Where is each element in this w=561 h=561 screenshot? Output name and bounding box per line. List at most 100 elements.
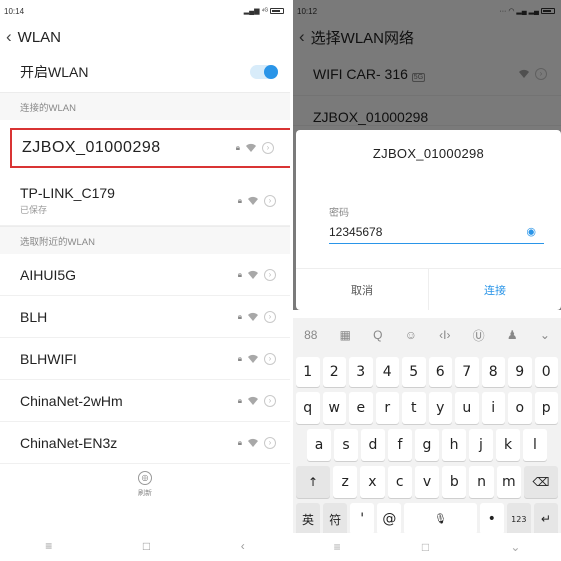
detail-arrow-icon[interactable]: › — [264, 194, 276, 207]
network-name: ChinaNet-EN3z — [20, 434, 118, 451]
backspace-key[interactable]: ⌫ — [523, 466, 558, 498]
detail-arrow-icon[interactable]: › — [264, 436, 276, 449]
nearby-network-row[interactable]: BLH 🔒︎ › — [0, 296, 290, 338]
key-4[interactable]: 4 — [375, 357, 399, 387]
bottom-row: 英 符 ' @ 🎙︎ • 123 ↵ — [293, 503, 561, 535]
network-name: ChinaNet-2wHm — [20, 392, 123, 409]
nearby-network-row[interactable]: ChinaNet-2wHm 🔒︎ › — [0, 380, 290, 422]
password-field[interactable]: 12345678 ◉ — [329, 220, 544, 244]
menu-nav-icon[interactable]: ≡ — [334, 540, 341, 554]
nav-bar: ≡ □ ‹ — [0, 531, 290, 561]
key-s[interactable]: s — [334, 429, 358, 461]
detail-arrow-icon[interactable]: › — [262, 142, 274, 154]
refresh-button[interactable]: ◎ 刷新 — [0, 464, 290, 504]
wifi-signal-icon — [245, 143, 257, 153]
key-8[interactable]: 8 — [481, 357, 505, 387]
key-g[interactable]: g — [415, 429, 439, 461]
number-mode-key[interactable]: 123 — [506, 503, 531, 535]
lock-icon: 🔒︎ — [237, 269, 242, 279]
detail-arrow-icon[interactable]: › — [535, 67, 547, 80]
key-e[interactable]: e — [349, 392, 373, 424]
key-7[interactable]: 7 — [455, 357, 479, 387]
key-5[interactable]: 5 — [402, 357, 426, 387]
key-q[interactable]: q — [296, 392, 320, 424]
key-o[interactable]: o — [508, 392, 532, 424]
dot-key[interactable]: • — [479, 503, 504, 535]
keyboard-tool-icon[interactable]: 88 — [304, 328, 317, 342]
key-n[interactable]: n — [469, 466, 494, 498]
show-password-icon[interactable]: ◉ — [526, 225, 544, 238]
status-icons: ▂▄▆ ⁴ᴳ — [244, 7, 284, 15]
key-x[interactable]: x — [360, 466, 385, 498]
key-l[interactable]: l — [523, 429, 547, 461]
battery-icon — [270, 8, 284, 14]
language-key[interactable]: 英 — [296, 503, 321, 535]
wifi-signal-icon — [247, 312, 259, 322]
wlan-switch[interactable] — [250, 65, 278, 79]
status-time: 10:12 — [297, 6, 318, 16]
home-nav-icon[interactable]: □ — [143, 539, 150, 553]
hide-keyboard-nav-icon[interactable]: ⌄ — [510, 540, 520, 554]
keyboard-tool-icon[interactable]: ▦ — [340, 328, 351, 342]
keyboard-tool-icon[interactable]: ⌄ — [540, 328, 550, 342]
key-6[interactable]: 6 — [428, 357, 452, 387]
back-arrow-icon[interactable]: ‹ — [6, 27, 12, 47]
saved-network-row[interactable]: TP-LINK_C179 已保存 🔒︎ › — [0, 176, 290, 226]
nearby-network-list: AIHUI5G 🔒︎ › BLH 🔒︎ › BLHWIFI 🔒︎ › ChinaNet-2wHm 🔒… — [0, 254, 290, 464]
key-1[interactable]: 1 — [296, 357, 320, 387]
space-key[interactable]: 🎙︎ — [404, 503, 477, 535]
nearby-network-row[interactable]: ChinaNet-EN3z 🔒︎ › — [0, 422, 290, 464]
apostrophe-key[interactable]: ' — [350, 503, 375, 535]
key-c[interactable]: c — [387, 466, 412, 498]
key-b[interactable]: b — [442, 466, 467, 498]
key-j[interactable]: j — [469, 429, 493, 461]
key-d[interactable]: d — [361, 429, 385, 461]
key-2[interactable]: 2 — [322, 357, 346, 387]
keyboard-tool-icon[interactable]: ‹I› — [439, 328, 450, 342]
key-3[interactable]: 3 — [349, 357, 373, 387]
key-i[interactable]: i — [481, 392, 505, 424]
key-k[interactable]: k — [496, 429, 520, 461]
network-name: TP-LINK_C179 — [20, 185, 115, 201]
cancel-button[interactable]: 取消 — [296, 269, 429, 310]
key-v[interactable]: v — [414, 466, 440, 498]
detail-arrow-icon[interactable]: › — [264, 352, 276, 365]
at-key[interactable]: @ — [377, 503, 402, 535]
key-h[interactable]: h — [442, 429, 466, 461]
key-m[interactable]: m — [496, 466, 521, 498]
key-w[interactable]: w — [322, 392, 346, 424]
key-r[interactable]: r — [375, 392, 399, 424]
nearby-network-row[interactable]: AIHUI5G 🔒︎ › — [0, 254, 290, 296]
connect-button[interactable]: 连接 — [429, 269, 561, 310]
key-t[interactable]: t — [402, 392, 426, 424]
key-f[interactable]: f — [388, 429, 412, 461]
back-nav-icon[interactable]: ‹ — [241, 539, 245, 553]
key-p[interactable]: p — [534, 392, 558, 424]
key-a[interactable]: a — [307, 429, 331, 461]
enter-key[interactable]: ↵ — [533, 503, 558, 535]
key-u[interactable]: u — [455, 392, 479, 424]
keyboard-tool-icon[interactable]: ☺ — [405, 328, 417, 342]
connected-network-row[interactable]: ZJBOX_01000298 🔒︎ › — [10, 128, 290, 168]
keyboard-toolbar: 88 ▦ Q ☺ ‹I› Ⓤ ♟ ⌄ — [293, 318, 561, 352]
detail-arrow-icon[interactable]: › — [264, 394, 276, 407]
nearby-network-row[interactable]: BLHWIFI 🔒︎ › — [0, 338, 290, 380]
network-row[interactable]: WIFI CAR- 316 5G › — [293, 52, 561, 96]
home-nav-icon[interactable]: □ — [422, 540, 429, 554]
key-9[interactable]: 9 — [508, 357, 532, 387]
keyboard-tool-icon[interactable]: Q — [373, 328, 382, 342]
symbol-key[interactable]: 符 — [323, 503, 348, 535]
letter-row-2: asdfghjkl — [293, 429, 561, 461]
keyboard-tool-icon[interactable]: ♟ — [507, 328, 518, 342]
shift-key[interactable]: ↑ — [296, 466, 330, 498]
menu-nav-icon[interactable]: ≡ — [45, 539, 52, 553]
network-row[interactable]: ZJBOX_01000298 — [293, 96, 561, 126]
key-y[interactable]: y — [428, 392, 452, 424]
key-0[interactable]: 0 — [534, 357, 558, 387]
detail-arrow-icon[interactable]: › — [264, 268, 276, 281]
wlan-toggle-row[interactable]: 开启WLAN — [0, 52, 290, 92]
key-z[interactable]: z — [333, 466, 358, 498]
keyboard-tool-icon[interactable]: Ⓤ — [473, 327, 485, 344]
back-arrow-icon[interactable]: ‹ — [299, 27, 305, 47]
detail-arrow-icon[interactable]: › — [264, 310, 276, 323]
